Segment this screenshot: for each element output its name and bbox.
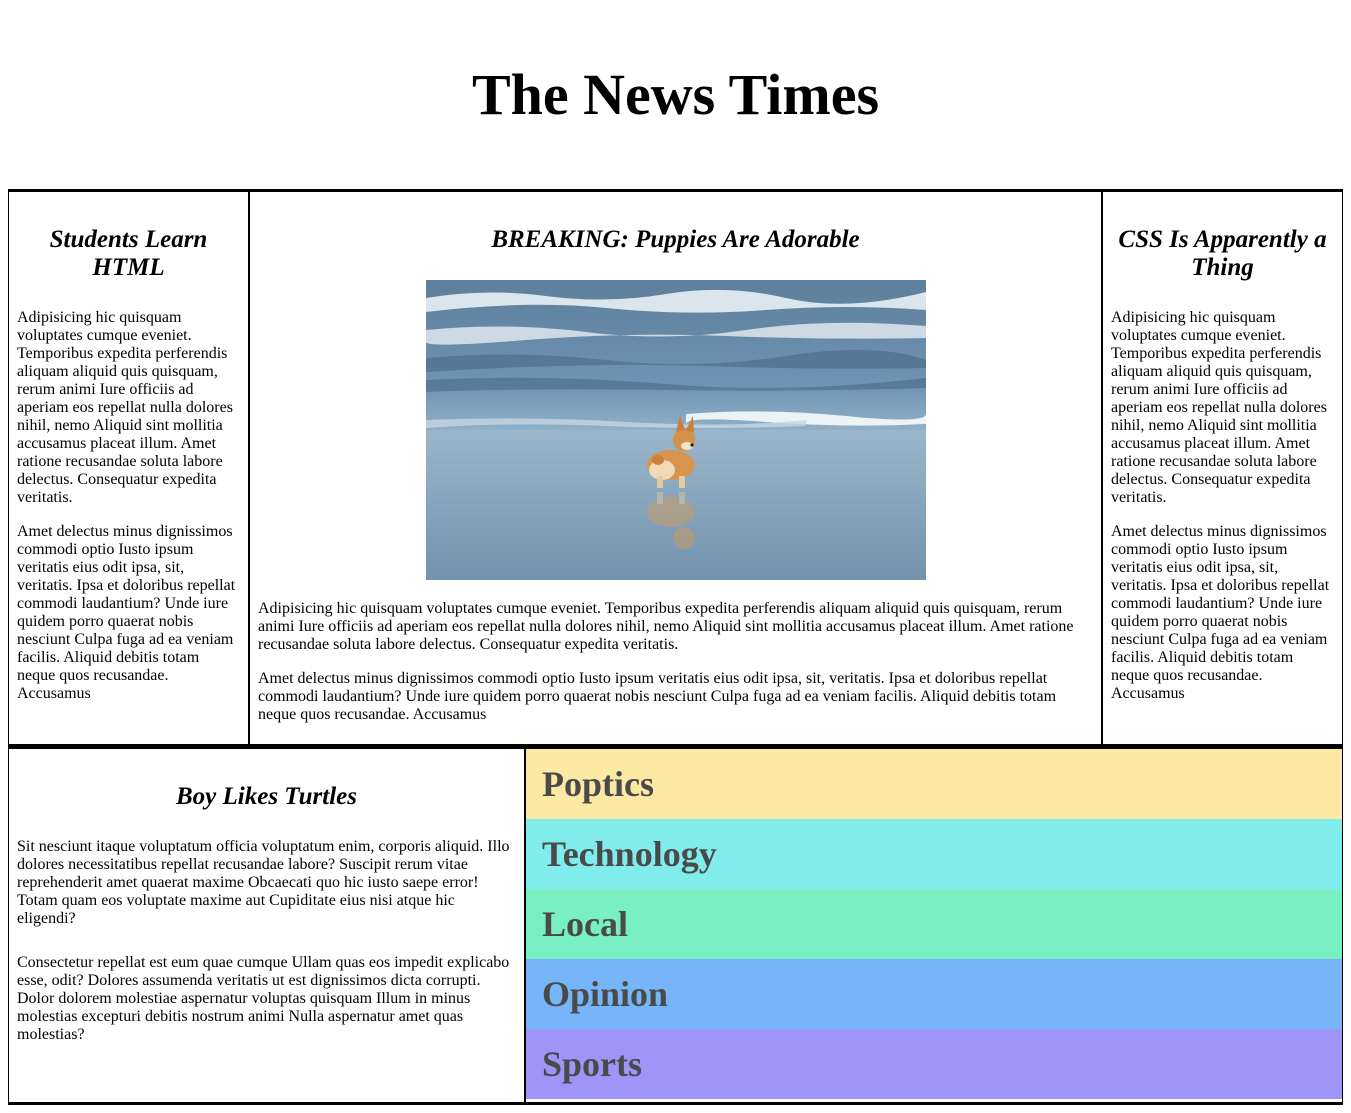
section-link-poptics[interactable]: Poptics bbox=[526, 749, 1342, 819]
site-title: The News Times bbox=[471, 62, 880, 127]
corgi-beach-photo bbox=[425, 280, 926, 580]
article-headline[interactable]: BREAKING: Puppies Are Adorable bbox=[250, 226, 1101, 254]
section-link-opinion[interactable]: Opinion bbox=[526, 959, 1342, 1029]
section-link-sports[interactable]: Sports bbox=[526, 1029, 1342, 1099]
news-grid: Students Learn HTML Adipisicing hic quis… bbox=[8, 189, 1343, 1105]
article-headline[interactable]: Students Learn HTML bbox=[9, 226, 248, 282]
article-paragraph: Adipisicing hic quisquam voluptates cumq… bbox=[1111, 309, 1327, 506]
section-link-local[interactable]: Local bbox=[526, 889, 1342, 959]
article-paragraph: Sit nesciunt itaque voluptatum officia v… bbox=[17, 838, 510, 927]
article-css-is-apparently-a-thing: CSS Is Apparently a Thing Adipisicing hi… bbox=[1102, 189, 1343, 747]
article-paragraph: Consectetur repellat est eum quae cumque… bbox=[17, 954, 510, 1043]
article-headline[interactable]: Boy Likes Turtles bbox=[9, 783, 524, 811]
article-paragraph: Amet delectus minus dignissimos commodi … bbox=[1111, 523, 1330, 702]
section-nav: Poptics Technology Local Opinion Sports bbox=[525, 746, 1343, 1105]
article-students-learn-html: Students Learn HTML Adipisicing hic quis… bbox=[8, 189, 249, 747]
article-paragraph: Adipisicing hic quisquam voluptates cumq… bbox=[258, 600, 1074, 653]
article-boy-likes-turtles: Boy Likes Turtles Sit nesciunt itaque vo… bbox=[8, 746, 526, 1105]
article-paragraph: Amet delectus minus dignissimos commodi … bbox=[258, 670, 1057, 723]
article-headline[interactable]: CSS Is Apparently a Thing bbox=[1103, 226, 1342, 282]
article-paragraph: Adipisicing hic quisquam voluptates cumq… bbox=[17, 309, 233, 506]
section-link-technology[interactable]: Technology bbox=[526, 819, 1342, 889]
article-paragraph: Amet delectus minus dignissimos commodi … bbox=[17, 523, 236, 702]
article-puppies-are-adorable: BREAKING: Puppies Are Adorable Adipisici… bbox=[248, 189, 1103, 747]
